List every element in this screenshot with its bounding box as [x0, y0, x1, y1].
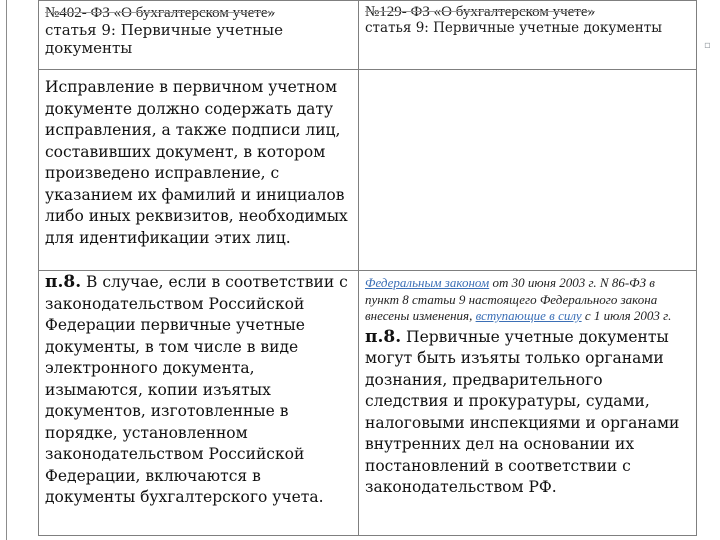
slide: ▫ №402- ФЗ «О бухгалтерском учете» стать…: [0, 0, 720, 540]
amendment-note: Федеральным законом от 30 июня 2003 г. N…: [365, 275, 690, 325]
law-129-article: статья 9: Первичные учетные документы: [365, 20, 690, 36]
comparison-table: №402- ФЗ «О бухгалтерском учете» статья …: [38, 0, 697, 536]
correction-cell-129-empty: [358, 69, 697, 271]
seizure-text-129: Первичные учетные документы могут быть и…: [365, 327, 680, 497]
law-402-title: №402- ФЗ «О бухгалтерском учете»: [45, 5, 276, 21]
correction-text-402: Исправление в первичном учетном документ…: [45, 78, 348, 247]
table-row-correction: Исправление в первичном учетном документ…: [38, 69, 697, 271]
amendment-note-end: с 1 июля 2003 г.: [584, 308, 672, 323]
header-cell-129: №129- ФЗ «О бухгалтерском учете» статья …: [358, 0, 697, 70]
paragraph-number-402: п.8.: [45, 272, 82, 292]
paragraph-number-129: п.8.: [365, 326, 402, 347]
federal-law-link[interactable]: Федеральным законом: [365, 275, 489, 290]
seizure-cell-129: Федеральным законом от 30 июня 2003 г. N…: [358, 270, 697, 536]
seizure-text-402: В случае, если в соответствии с законода…: [45, 273, 348, 506]
law-402-article: статья 9: Первичные учетные документы: [45, 21, 352, 57]
seizure-cell-402: п.8. В случае, если в соответствии с зак…: [38, 270, 359, 536]
correction-cell-402: Исправление в первичном учетном документ…: [38, 69, 359, 271]
law-129-title: №129- ФЗ «О бухгалтерском учете»: [365, 4, 596, 20]
table-row-seizure: п.8. В случае, если в соответствии с зак…: [38, 270, 697, 536]
table-header-row: №402- ФЗ «О бухгалтерском учете» статья …: [38, 0, 697, 70]
law-129-article-prefix: статья 9:: [365, 20, 429, 36]
header-cell-402: №402- ФЗ «О бухгалтерском учете» статья …: [38, 0, 359, 70]
law-402-article-prefix: статья 9:: [45, 21, 116, 39]
left-divider-line: [6, 0, 7, 540]
effective-date-link[interactable]: вступающие в силу: [476, 308, 582, 323]
law-129-article-title: Первичные учетные документы: [433, 20, 662, 36]
slide-corner-mark: ▫: [704, 40, 711, 51]
seizure-paragraph-402: п.8. В случае, если в соответствии с зак…: [45, 272, 352, 509]
seizure-paragraph-129: п.8. Первичные учетные документы могут б…: [365, 327, 690, 499]
